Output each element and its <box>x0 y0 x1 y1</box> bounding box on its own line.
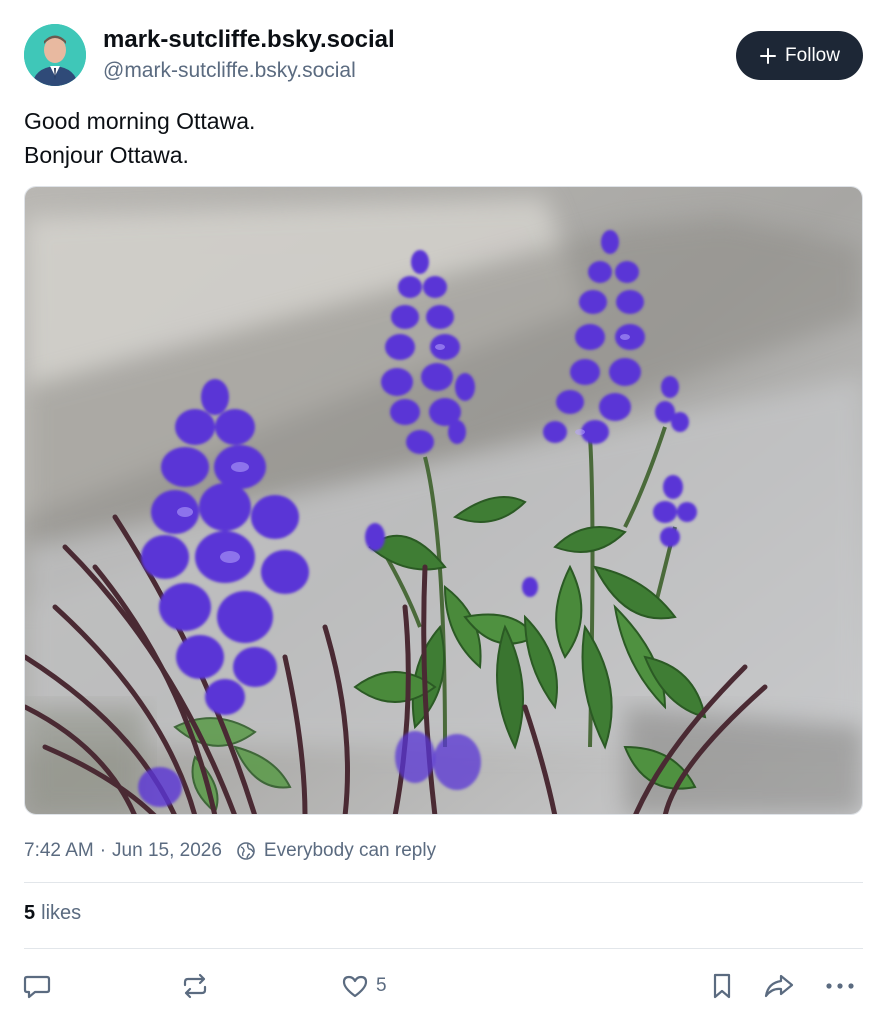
avatar-image <box>24 24 86 86</box>
avatar[interactable] <box>24 24 86 86</box>
likes-label: likes <box>41 902 82 924</box>
like-button[interactable]: 5 <box>340 970 387 1002</box>
author-handle[interactable]: @mark-sutcliffe.bsky.social <box>103 59 356 83</box>
author-display-name[interactable]: mark-sutcliffe.bsky.social <box>103 26 395 54</box>
speech-bubble-icon <box>23 975 51 999</box>
ellipsis-icon <box>826 983 854 989</box>
post-text: Good morning Ottawa. Bonjour Ottawa. <box>24 104 255 172</box>
reply-button[interactable] <box>22 970 52 1002</box>
post-time: 7:42 AM <box>24 840 94 861</box>
bookmark-icon <box>713 973 731 999</box>
reply-setting[interactable]: Everybody can reply <box>264 840 436 862</box>
heart-icon <box>342 975 368 998</box>
repost-icon <box>183 973 207 999</box>
follow-button[interactable]: Follow <box>736 31 863 80</box>
globe-icon <box>237 842 255 860</box>
post-image[interactable] <box>24 186 863 815</box>
likes-count[interactable]: 5 likes <box>24 902 81 925</box>
post-text-line: Bonjour Ottawa. <box>24 142 189 168</box>
follow-button-label: Follow <box>785 44 840 66</box>
divider <box>24 948 863 949</box>
more-options-button[interactable] <box>823 970 857 1002</box>
post-timestamp-row: 7:42 AM · Jun 15, 2026 Everybody can rep… <box>24 840 436 862</box>
bookmark-button[interactable] <box>707 970 737 1002</box>
plus-icon <box>760 47 777 64</box>
likes-number: 5 <box>24 902 36 924</box>
divider <box>24 882 863 883</box>
salvia-flowers-photo <box>25 187 862 814</box>
post-text-line: Good morning Ottawa. <box>24 108 256 134</box>
like-count: 5 <box>376 975 387 996</box>
post-date: Jun 15, 2026 <box>112 840 222 861</box>
share-button[interactable] <box>763 970 795 1002</box>
repost-button[interactable] <box>180 970 210 1002</box>
meta-separator: · <box>99 840 107 861</box>
share-arrow-icon <box>764 974 794 998</box>
